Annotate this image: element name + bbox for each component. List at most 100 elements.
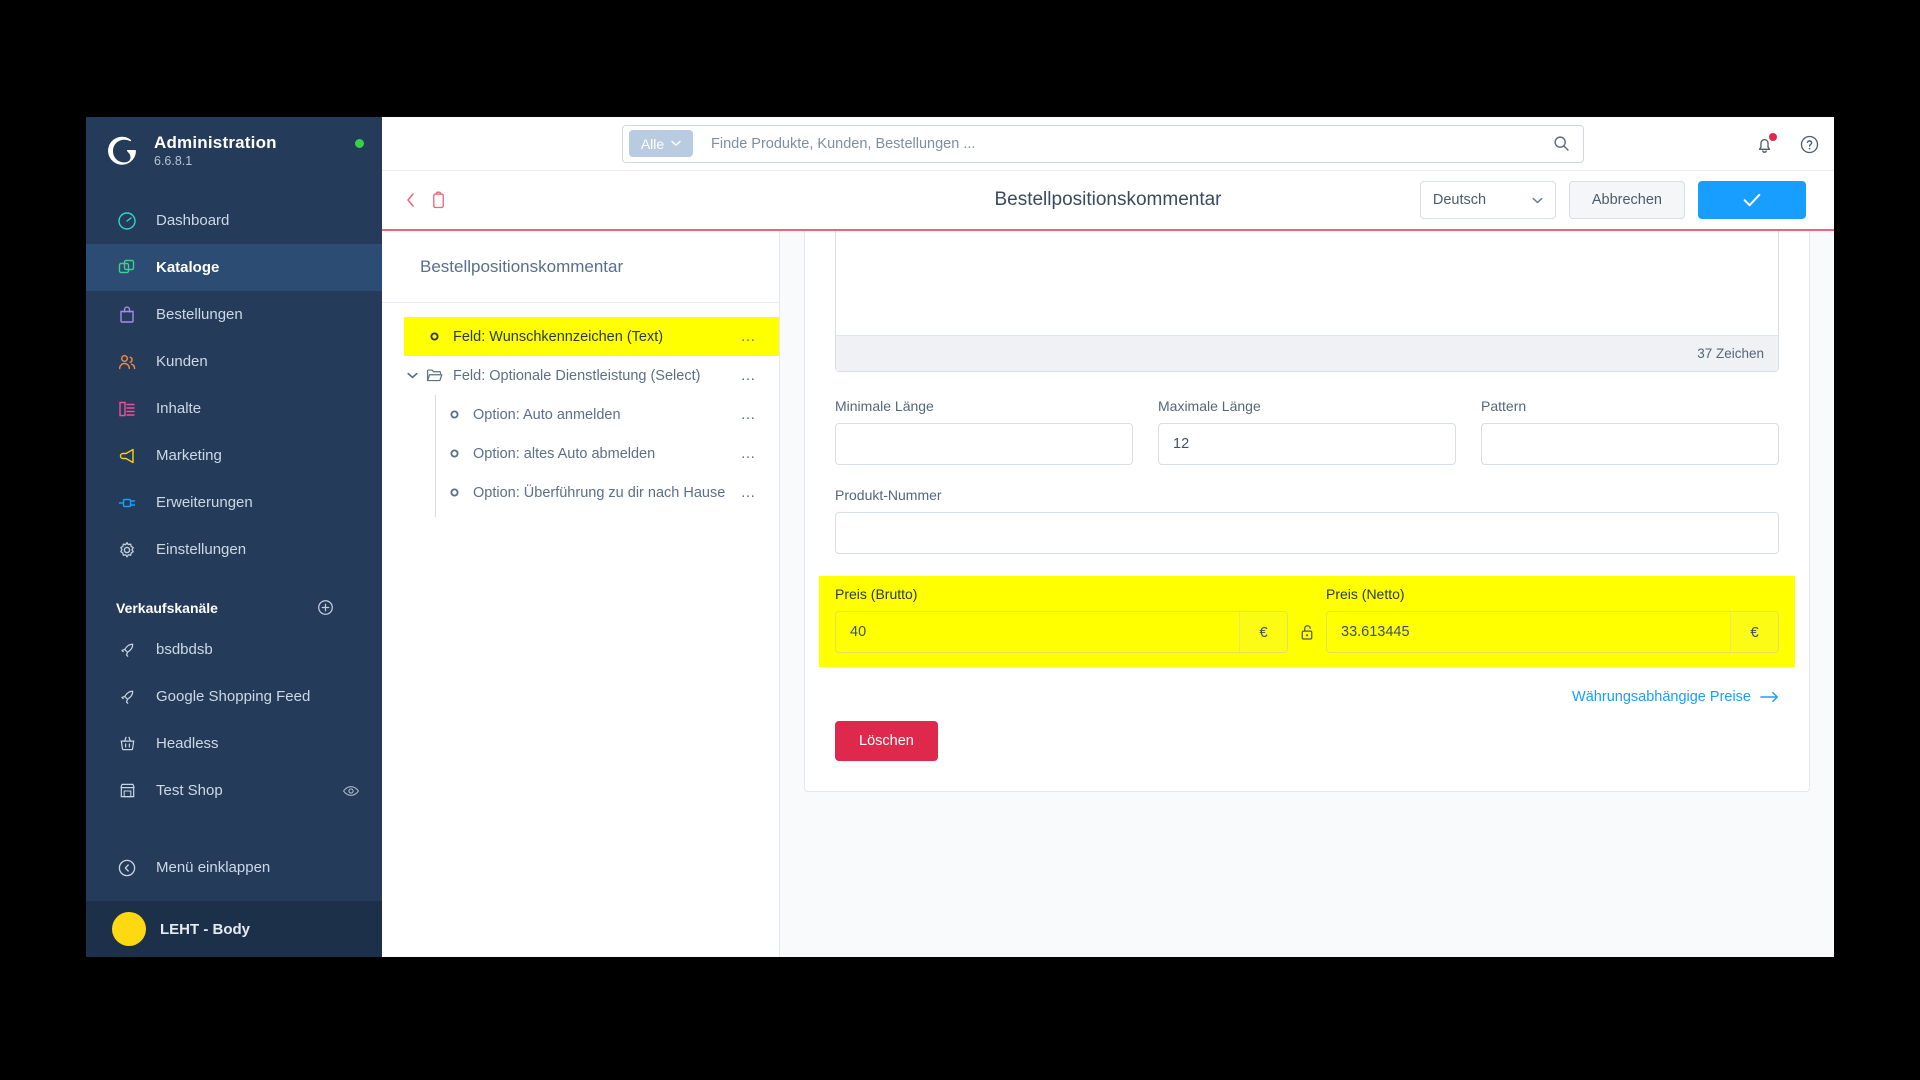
sidebar-item-label: Kunden <box>156 353 208 370</box>
gear-icon <box>116 539 138 561</box>
tree-row[interactable]: Feld: Wunschkennzeichen (Text) … <box>404 317 779 356</box>
sidebar-item-erweiterungen[interactable]: Erweiterungen <box>86 479 382 526</box>
tree-panel: Bestellpositionskommentar Feld: Wunschke… <box>382 231 780 957</box>
length-pattern-row: Minimale Länge Maximale Länge 12 Pattern <box>835 398 1779 465</box>
arrow-right-icon <box>1760 691 1779 703</box>
save-button[interactable] <box>1698 181 1806 219</box>
eye-icon[interactable] <box>342 782 360 800</box>
tree-row[interactable]: Option: altes Auto abmelden … <box>382 434 779 473</box>
tree-row-label: Option: altes Auto abmelden <box>473 445 656 462</box>
sidebar-item-kataloge[interactable]: Kataloge <box>86 244 382 291</box>
currency-prices-link[interactable]: Währungsabhängige Preise <box>1572 689 1779 705</box>
sidebar-item-label: Test Shop <box>156 782 223 799</box>
currency-symbol-net: € <box>1730 612 1778 652</box>
language-select[interactable]: Deutsch <box>1419 181 1556 219</box>
basket-icon <box>116 733 138 755</box>
price-net-input[interactable]: 33.613445 <box>1327 612 1730 652</box>
sidebar-item-label: Inhalte <box>156 400 202 417</box>
sidebar-item-kunden[interactable]: Kunden <box>86 338 382 385</box>
user-label: LEHT - Body <box>160 920 250 938</box>
sidebar: Administration 6.6.8.1 Dashboard Katalog… <box>86 117 382 957</box>
search-scope-label: Alle <box>640 135 665 152</box>
sidebar-item-bestellungen[interactable]: Bestellungen <box>86 291 382 338</box>
unlock-icon[interactable] <box>1288 611 1326 653</box>
chevron-down-icon[interactable] <box>404 372 420 379</box>
magnifier-icon[interactable] <box>1552 134 1571 153</box>
page-header: Bestellpositionskommentar Deutsch Abbrec… <box>382 171 1834 231</box>
tree-row[interactable]: Feld: Optionale Dienstleistung (Select) … <box>382 356 779 395</box>
rocket-icon <box>116 639 138 661</box>
price-net-field: Preis (Netto) 33.613445 € <box>1326 586 1779 653</box>
sidebar-item-einstellungen[interactable]: Einstellungen <box>86 526 382 573</box>
content-icon <box>116 398 138 420</box>
back-navigation[interactable] <box>404 191 447 210</box>
cancel-button[interactable]: Abbrechen <box>1568 181 1685 219</box>
plug-icon <box>116 492 138 514</box>
main-navigation: Dashboard Kataloge Bestellungen Kunden I… <box>86 191 382 891</box>
price-gross-input[interactable]: 40 <box>836 612 1239 652</box>
brand-version: 6.6.8.1 <box>154 154 193 168</box>
price-net-input-wrap[interactable]: 33.613445 € <box>1326 611 1779 653</box>
currency-symbol-gross: € <box>1239 612 1287 652</box>
sidebar-item-label: Einstellungen <box>156 541 247 558</box>
tree-row-context-menu-icon[interactable]: … <box>741 445 758 462</box>
sidebar-item-dashboard[interactable]: Dashboard <box>86 197 382 244</box>
tree-row[interactable]: Option: Auto anmelden … <box>382 395 779 434</box>
pattern-input[interactable] <box>1481 423 1779 465</box>
sidebar-collapse-menu[interactable]: Menü einklappen <box>86 844 382 891</box>
orders-bag-icon <box>116 304 138 326</box>
bell-icon[interactable] <box>1754 132 1777 155</box>
price-net-label: Preis (Netto) <box>1326 586 1405 602</box>
question-circle-icon[interactable] <box>1799 134 1820 155</box>
sidebar-item-label: Google Shopping Feed <box>156 688 311 705</box>
currency-prices-link-label: Währungsabhängige Preise <box>1572 689 1751 705</box>
tree-row-context-menu-icon[interactable]: … <box>741 406 758 423</box>
product-number-input[interactable] <box>835 512 1779 554</box>
option-dot-icon <box>424 331 444 342</box>
product-number-field: Produkt-Nummer <box>835 487 1779 554</box>
search-input[interactable] <box>693 135 1552 152</box>
tree-row-context-menu-icon[interactable]: … <box>741 484 758 501</box>
tree-row-label: Option: Auto anmelden <box>473 406 621 423</box>
sidebar-item-bsdbdsb[interactable]: bsdbdsb <box>86 626 382 673</box>
tree-row-label: Feld: Optionale Dienstleistung (Select) <box>453 367 701 384</box>
sidebar-item-inhalte[interactable]: Inhalte <box>86 385 382 432</box>
global-search[interactable]: Alle <box>622 124 1584 163</box>
description-textarea[interactable] <box>836 231 1778 335</box>
min-length-field: Minimale Länge <box>835 398 1133 465</box>
option-dot-icon <box>444 409 464 420</box>
description-textarea-box[interactable]: 37 Zeichen <box>835 231 1779 372</box>
brand-header[interactable]: Administration 6.6.8.1 <box>86 117 382 191</box>
max-length-label: Maximale Länge <box>1158 398 1261 414</box>
pattern-field: Pattern <box>1481 398 1779 465</box>
user-footer[interactable]: LEHT - Body <box>86 901 382 957</box>
folder-open-icon <box>424 368 444 383</box>
pattern-label: Pattern <box>1481 398 1527 414</box>
price-gross-label: Preis (Brutto) <box>835 586 918 602</box>
topbar-actions <box>1754 117 1820 171</box>
tree-row[interactable]: Option: Überführung zu dir nach Hause … <box>382 473 779 512</box>
sidebar-item-google-shopping-feed[interactable]: Google Shopping Feed <box>86 673 382 720</box>
sales-channels-section-title: Verkaufskanäle <box>86 573 382 626</box>
sidebar-item-test-shop[interactable]: Test Shop <box>86 767 382 814</box>
search-scope-select[interactable]: Alle <box>629 130 693 157</box>
min-length-label: Minimale Länge <box>835 398 934 414</box>
tree-row-context-menu-icon[interactable]: … <box>741 328 758 345</box>
content-body: Bestellpositionskommentar Feld: Wunschke… <box>382 231 1834 957</box>
sidebar-item-marketing[interactable]: Marketing <box>86 432 382 479</box>
delete-button[interactable]: Löschen <box>835 721 938 761</box>
dashboard-icon <box>116 210 138 232</box>
price-gross-input-wrap[interactable]: 40 € <box>835 611 1288 653</box>
sidebar-item-label: Marketing <box>156 447 222 464</box>
max-length-input[interactable]: 12 <box>1158 423 1456 465</box>
min-length-input[interactable] <box>835 423 1133 465</box>
sidebar-item-label: Erweiterungen <box>156 494 253 511</box>
clipboard-icon[interactable] <box>430 191 447 210</box>
sidebar-item-headless[interactable]: Headless <box>86 720 382 767</box>
chevron-left-icon[interactable] <box>404 192 418 208</box>
language-value: Deutsch <box>1432 192 1487 208</box>
tree-row-label: Feld: Wunschkennzeichen (Text) <box>453 328 664 345</box>
chevron-circle-left-icon <box>116 857 138 879</box>
add-sales-channel-icon[interactable] <box>317 599 334 616</box>
tree-row-context-menu-icon[interactable]: … <box>741 367 758 384</box>
